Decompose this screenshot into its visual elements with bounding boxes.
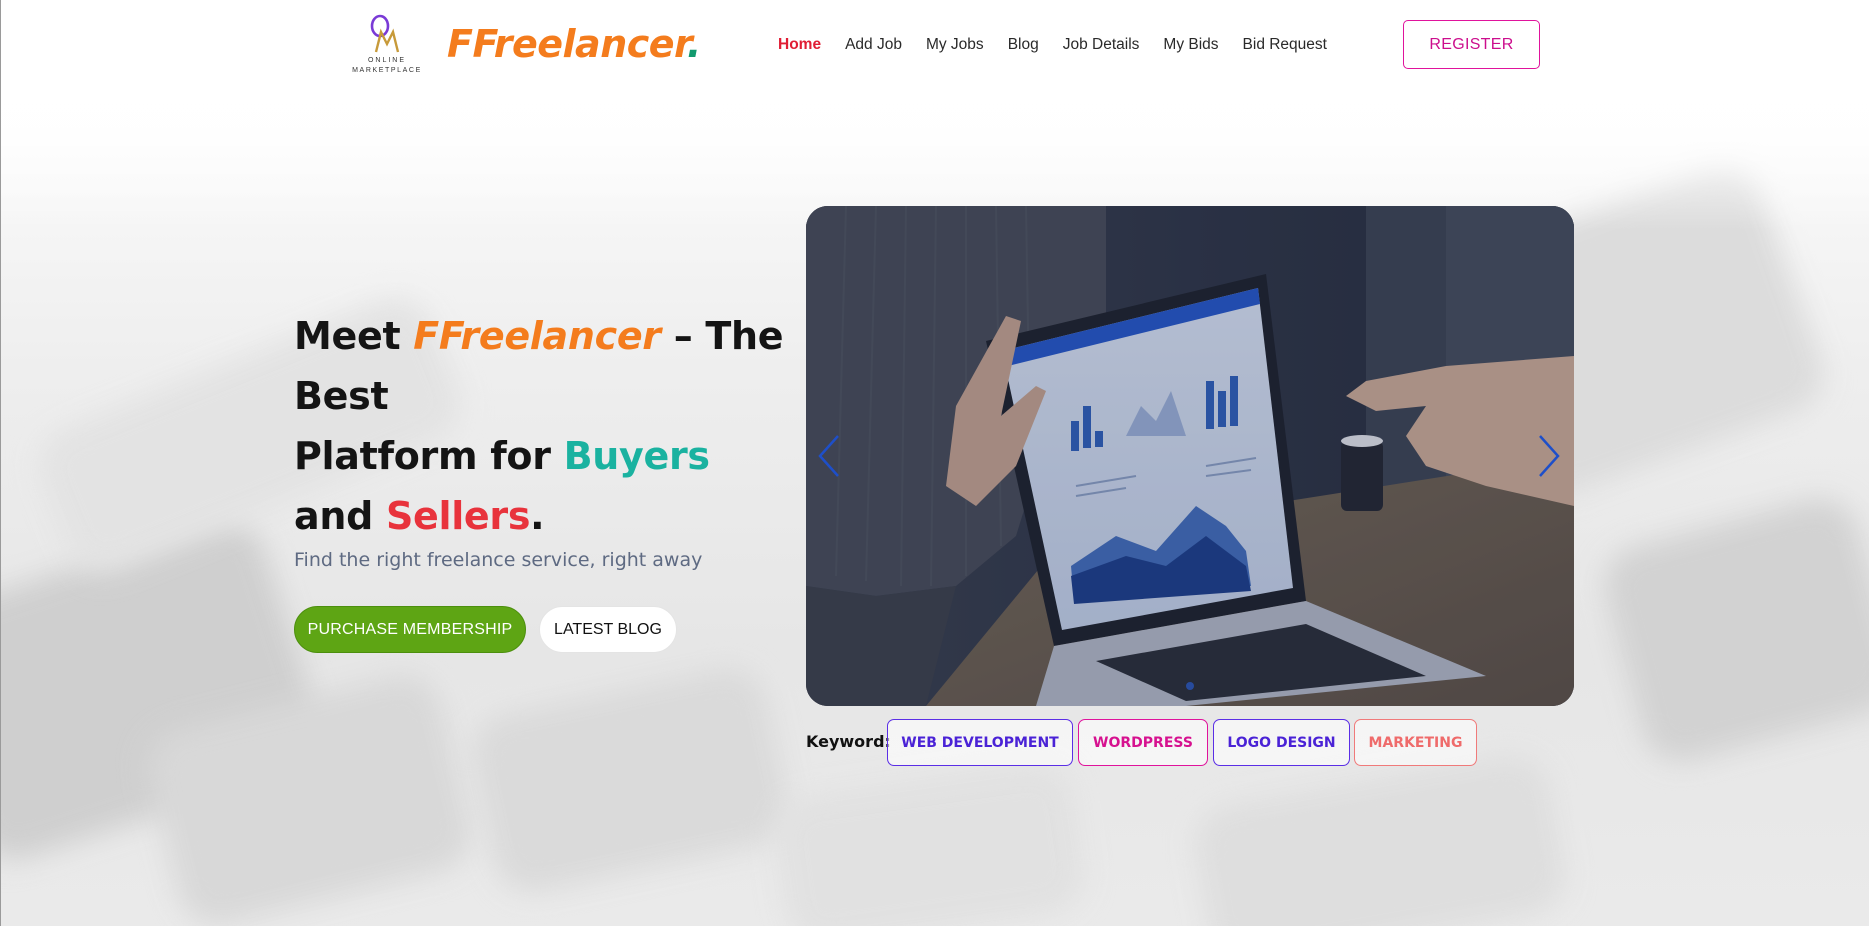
title-and: and	[294, 494, 386, 538]
nav-blog[interactable]: Blog	[1008, 36, 1039, 54]
keyword-wordpress[interactable]: WORDPRESS	[1078, 719, 1208, 766]
brand-name[interactable]: FFreelancer.	[447, 22, 701, 66]
register-button[interactable]: REGISTER	[1403, 20, 1540, 69]
om-logo-icon	[370, 14, 400, 53]
keyword-marketing[interactable]: MARKETING	[1354, 719, 1477, 766]
logo-line-1: ONLINE	[367, 57, 407, 64]
title-brand: FFreelancer	[413, 314, 661, 358]
latest-blog-button[interactable]: LATEST BLOG	[539, 606, 677, 653]
brand-dot: .	[686, 22, 701, 66]
title-period: .	[530, 494, 545, 538]
hero-title: Meet FFreelancer – The Best Platform for …	[294, 306, 794, 546]
hero-subtitle: Find the right freelance service, right …	[294, 549, 703, 571]
title-meet: Meet	[294, 314, 414, 358]
hero-image-slider[interactable]	[806, 206, 1574, 706]
title-platform-for: Platform for	[294, 434, 564, 478]
nav-job-details[interactable]: Job Details	[1063, 36, 1140, 54]
logo-line-2: MARKETPLACE	[352, 67, 422, 74]
title-buyers: Buyers	[563, 434, 710, 478]
nav-add-job[interactable]: Add Job	[845, 36, 902, 54]
title-sellers: Sellers	[385, 494, 531, 538]
keyword-web-development[interactable]: WEB DEVELOPMENT	[887, 719, 1073, 766]
nav-my-bids[interactable]: My Bids	[1163, 36, 1218, 54]
nav-home[interactable]: Home	[778, 36, 821, 54]
slider-dot[interactable]	[1186, 682, 1194, 690]
nav-bid-request[interactable]: Bid Request	[1243, 36, 1327, 54]
main-nav: Home Add Job My Jobs Blog Job Details My…	[778, 36, 1351, 54]
keyword-label: Keyword:	[806, 732, 891, 751]
nav-my-jobs[interactable]: My Jobs	[926, 36, 984, 54]
brand-text: FFreelancer	[447, 22, 687, 66]
chevron-left-icon[interactable]	[814, 432, 844, 480]
purchase-membership-button[interactable]: PURCHASE MEMBERSHIP	[294, 606, 526, 653]
laptop-analytics-image	[806, 206, 1574, 706]
slider-pagination	[806, 682, 1574, 690]
marketplace-logo[interactable]: ONLINE MARKETPLACE	[346, 14, 428, 76]
page-edge	[0, 0, 1, 926]
chevron-right-icon[interactable]	[1534, 432, 1564, 480]
keyword-logo-design[interactable]: LOGO DESIGN	[1213, 719, 1350, 766]
